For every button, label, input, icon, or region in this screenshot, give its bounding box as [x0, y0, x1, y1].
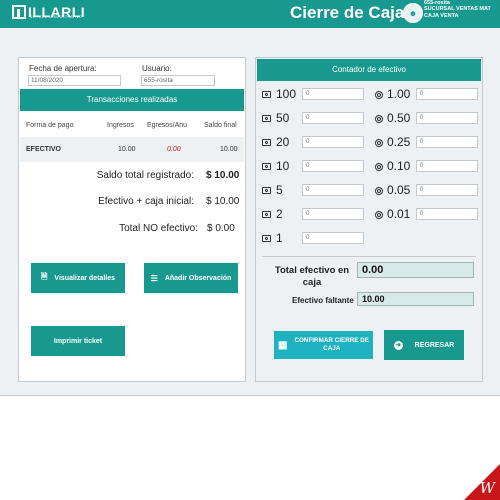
total-efectivo-field: 0.00 [357, 262, 474, 278]
bill-5-input[interactable]: 0 [302, 184, 364, 196]
bill-icon [262, 115, 271, 122]
bill-icon [262, 235, 271, 242]
row-saldo: 10.00 [220, 146, 238, 153]
imprimir-ticket-label: Imprimir ticket [53, 337, 103, 345]
pdf-file-icon: 🗎 [40, 272, 48, 281]
row-ingresos: 10.00 [118, 146, 136, 153]
coin-icon [375, 163, 383, 171]
usuario-field[interactable]: 655-rosita [141, 75, 215, 86]
brand-subtitle: SISTEMA ADMINISTRATIVO [30, 15, 83, 19]
user-avatar-icon[interactable]: ☻ [403, 3, 423, 23]
anadir-observacion-label: Añadir Observación [164, 274, 232, 282]
bill-denom-100: 100 [276, 87, 297, 101]
row-forma: EFECTIVO [26, 146, 62, 153]
bill-2-input[interactable]: 0 [302, 208, 364, 220]
coin-denom-1: 1.00 [387, 87, 411, 101]
anadir-observacion-button[interactable]: ☰ Añadir Observación [144, 263, 238, 293]
efectivo-faltante-field: 10.00 [357, 292, 474, 306]
total-efectivo-label: Total efectivo en caja [271, 265, 353, 289]
bill-icon [262, 91, 271, 98]
coin-icon [375, 91, 383, 99]
bill-denom-10: 10 [276, 159, 290, 173]
col-forma-pago: Forma de pago [26, 122, 74, 129]
col-egresos: Egresos/Anu [147, 122, 187, 129]
bill-denom-1: 1 [276, 231, 283, 245]
user-info: 655-rosita SUCURSAL VENTAS MAT CAJA VENT… [424, 0, 491, 19]
bill-denom-50: 50 [276, 111, 290, 125]
bill-icon [262, 187, 271, 194]
saldo-total-value: $ 10.00 [206, 170, 240, 181]
bill-100-input[interactable]: 0 [302, 88, 364, 100]
visualizar-detalles-button[interactable]: 🗎 Visualizar detalles [31, 263, 125, 293]
fecha-apertura-label: Fecha de apertura: [29, 64, 97, 73]
bill-icon [262, 139, 271, 146]
page-title: Cierre de Caja [290, 3, 405, 22]
contador-header: Contador de efectivo [257, 59, 481, 81]
efectivo-caja-value: $ 10.00 [206, 196, 240, 207]
confirmar-cierre-label-line2: CAJA [323, 345, 341, 352]
coin-005-input[interactable]: 0 [416, 184, 478, 196]
coin-icon [375, 139, 383, 147]
coin-050-input[interactable]: 0 [416, 112, 478, 124]
bill-denom-2: 2 [276, 207, 283, 221]
usuario-label: Usuario: [142, 64, 172, 73]
calculator-icon: ▦ [278, 339, 288, 351]
footer-divider [0, 395, 500, 396]
fecha-apertura-field[interactable]: 11/08/2020 [28, 75, 121, 86]
bill-50-input[interactable]: 0 [302, 112, 364, 124]
coin-denom-001: 0.01 [387, 207, 411, 221]
saldo-total-label: Saldo total registrado: [96, 170, 194, 181]
logo-icon [12, 5, 26, 19]
list-icon: ☰ [150, 273, 158, 283]
regresar-label: REGRESAR [414, 341, 455, 349]
total-efectivo-label-line2: caja [302, 277, 322, 288]
user-register: CAJA VENTA [424, 12, 459, 19]
coin-icon [375, 187, 383, 195]
imprimir-ticket-button[interactable]: Imprimir ticket [31, 326, 125, 356]
no-efectivo-value: $ 0.00 [207, 223, 235, 234]
confirmar-cierre-label-line1: CONFIRMAR CIERRE DE [294, 337, 369, 344]
coin-010-input[interactable]: 0 [416, 160, 478, 172]
coin-001-input[interactable]: 0 [416, 208, 478, 220]
bill-icon [262, 163, 271, 170]
coin-1-input[interactable]: 0 [416, 88, 478, 100]
total-efectivo-label-line1: Total efectivo en [274, 265, 350, 276]
bill-1-input[interactable]: 0 [302, 232, 364, 244]
bill-10-input[interactable]: 0 [302, 160, 364, 172]
col-ingresos: Ingresos [107, 122, 134, 129]
coin-denom-010: 0.10 [387, 159, 411, 173]
regresar-button[interactable]: ➜ REGRESAR [384, 330, 464, 360]
efectivo-faltante-label: Efectivo faltante [292, 296, 354, 305]
brand-logo: ILLARLI [12, 5, 85, 23]
totals-divider [262, 256, 476, 257]
coin-denom-005: 0.05 [387, 183, 411, 197]
top-bar: ILLARLI SISTEMA ADMINISTRATIVO Cierre de… [0, 0, 500, 28]
col-saldo-final: Saldo final [204, 122, 237, 129]
visualizar-detalles-label: Visualizar detalles [54, 274, 115, 282]
bill-icon [262, 211, 271, 218]
confirmar-cierre-label: CONFIRMAR CIERRE DE CAJA [294, 337, 369, 353]
bill-20-input[interactable]: 0 [302, 136, 364, 148]
coin-025-input[interactable]: 0 [416, 136, 478, 148]
bill-denom-20: 20 [276, 135, 290, 149]
coin-icon [375, 211, 383, 219]
bill-denom-5: 5 [276, 183, 283, 197]
confirmar-cierre-button[interactable]: ▦ CONFIRMAR CIERRE DE CAJA [274, 331, 373, 359]
transacciones-header: Transacciones realizadas [20, 89, 244, 111]
no-efectivo-label: Total NO efectivo: [119, 223, 198, 234]
coin-denom-025: 0.25 [387, 135, 411, 149]
arrow-right-circle-icon: ➜ [393, 340, 403, 350]
corner-logo-icon: W [479, 479, 495, 497]
coin-denom-050: 0.50 [387, 111, 411, 125]
user-branch: SUCURSAL VENTAS MAT [424, 6, 491, 13]
row-egresos: 0.00 [167, 146, 181, 153]
coin-icon [375, 115, 383, 123]
efectivo-caja-label: Efectivo + caja inicial: [98, 196, 194, 207]
